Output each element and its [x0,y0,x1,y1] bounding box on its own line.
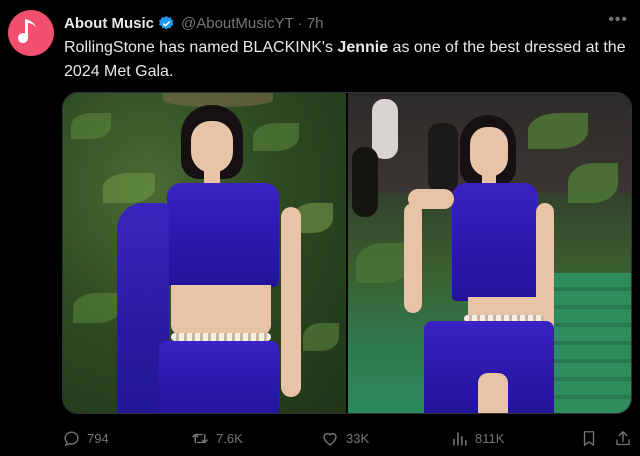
avatar[interactable] [8,10,54,56]
post-timestamp[interactable]: 7h [307,15,324,32]
post-text: RollingStone has named BLACKINK's Jennie… [64,36,630,84]
bookmark-button[interactable] [580,429,598,448]
bookmark-icon [583,430,595,446]
author-handle[interactable]: @AboutMusicYT [181,15,294,32]
reply-icon [64,430,79,447]
music-note-icon [18,19,36,44]
post-text-bold: Jennie [337,39,389,56]
post-text-prefix: RollingStone has named BLACKINK's [64,39,338,56]
reply-count: 794 [87,430,109,446]
media-grid [62,92,632,414]
views-button[interactable]: 811K [450,429,504,448]
like-count: 33K [346,430,370,446]
repost-button[interactable]: 7.6K [190,429,243,448]
photo-2[interactable] [348,93,631,413]
views-icon [453,431,467,446]
heart-icon [323,432,337,446]
action-bar: 794 7.6K 33K 811K [62,426,632,450]
separator-dot: · [297,14,303,32]
post-header: About Music @AboutMusicYT · 7h ••• [64,12,628,34]
more-dots-icon[interactable]: ••• [608,12,628,28]
reply-button[interactable]: 794 [62,429,109,448]
author-name[interactable]: About Music [64,15,154,32]
verified-badge-icon [158,15,175,32]
like-button[interactable]: 33K [320,429,369,448]
views-count: 811K [475,430,505,446]
photo-1[interactable] [63,93,346,413]
share-icon [616,430,630,445]
repost-count: 7.6K [216,430,243,446]
repost-icon [192,433,208,443]
share-button[interactable] [614,429,632,448]
